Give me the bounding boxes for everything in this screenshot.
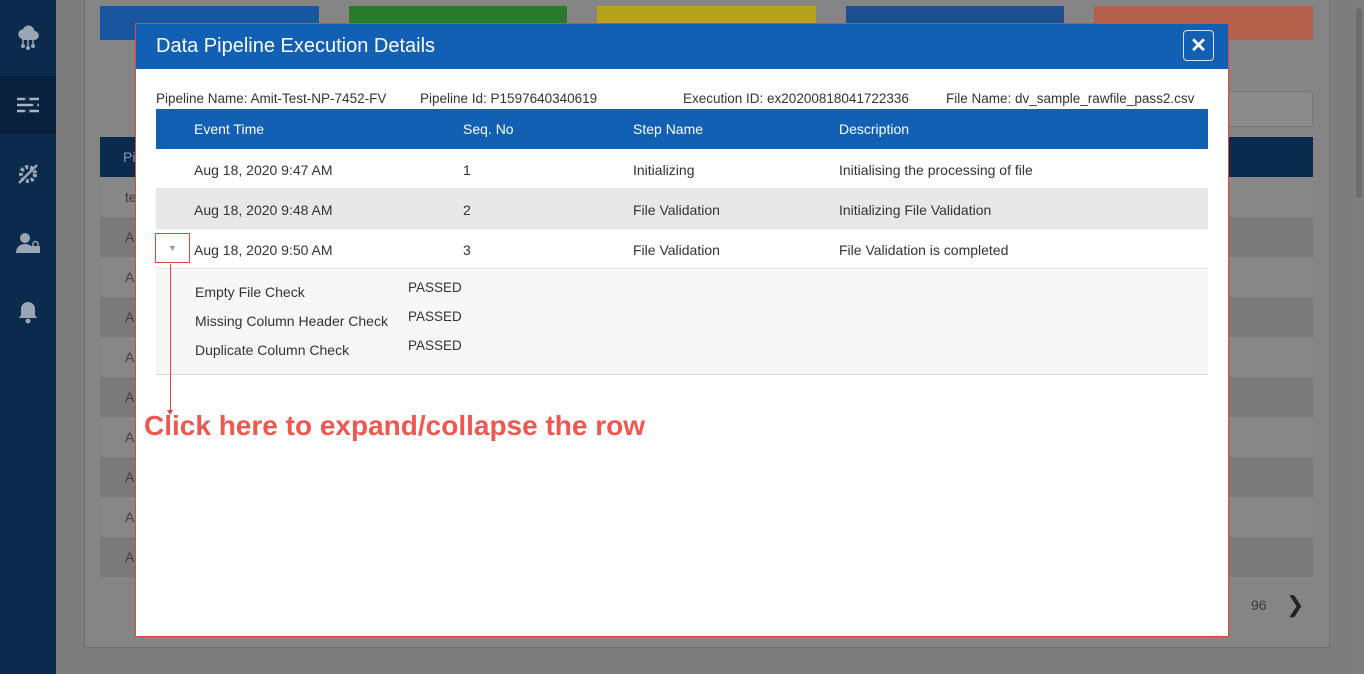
sidebar — [0, 0, 56, 674]
nav-cloud[interactable] — [0, 10, 56, 68]
check-name: Empty File Check — [195, 284, 305, 300]
execution-details-modal: Data Pipeline Execution Details ✕ Pipeli… — [135, 23, 1229, 637]
check-name: Duplicate Column Check — [195, 342, 350, 358]
event-time: Aug 18, 2020 9:47 AM — [194, 162, 333, 178]
bell-icon — [19, 302, 37, 324]
modal-header: Data Pipeline Execution Details ✕ — [136, 24, 1228, 69]
annotation-arrow-line — [170, 264, 171, 412]
bg-row-fragment: A — [125, 349, 135, 365]
expand-collapse-button[interactable]: ▼ — [155, 233, 190, 263]
check-name: Missing Column Header Check — [195, 313, 388, 329]
nav-pipelines[interactable] — [0, 76, 56, 134]
execution-id: Execution ID: ex20200818041722336 — [683, 91, 909, 106]
bg-row-fragment: A — [125, 389, 135, 405]
nav-notifications[interactable] — [0, 283, 56, 341]
annotation-callout: Click here to expand/collapse the row — [144, 410, 646, 441]
seq-no: 1 — [463, 162, 471, 178]
seq-no: 2 — [463, 202, 471, 218]
pagination-page[interactable]: 96 — [1251, 597, 1267, 613]
bg-row-fragment: A — [125, 429, 135, 445]
description: File Validation is completed — [839, 242, 1009, 258]
nav-settings[interactable] — [0, 145, 56, 203]
seq-no: 3 — [463, 242, 471, 258]
check-status: PASSED — [408, 338, 462, 353]
step-name: Initializing — [633, 162, 695, 178]
column-event-time[interactable]: Event Time — [194, 121, 264, 137]
column-seq-no[interactable]: Seq. No — [463, 121, 514, 137]
table-row[interactable]: Aug 18, 2020 9:47 AM 1 Initializing Init… — [156, 149, 1208, 189]
pipeline-name: Pipeline Name: Amit-Test-NP-7452-FV — [156, 91, 387, 106]
event-time: Aug 18, 2020 9:50 AM — [194, 242, 333, 258]
check-status: PASSED — [408, 309, 462, 324]
nav-users[interactable] — [0, 214, 56, 272]
file-name: File Name: dv_sample_rawfile_pass2.csv — [946, 91, 1195, 106]
next-page-icon[interactable]: ❯ — [1286, 592, 1304, 618]
bg-row-fragment: A — [125, 309, 135, 325]
table-row-expanded[interactable]: ▼ Aug 18, 2020 9:50 AM 3 File Validation… — [155, 229, 1208, 269]
settings-tools-icon — [18, 164, 38, 184]
close-button[interactable]: ✕ — [1183, 30, 1214, 61]
bg-row-fragment: A — [125, 229, 135, 245]
chevron-down-icon: ▼ — [168, 243, 177, 253]
column-description[interactable]: Description — [839, 121, 909, 137]
bg-row-fragment: A — [125, 469, 135, 485]
close-icon: ✕ — [1190, 34, 1207, 57]
column-step-name[interactable]: Step Name — [633, 121, 703, 137]
pipeline-id: Pipeline Id: P1597640340619 — [420, 91, 598, 106]
row-detail-panel: Empty File Check PASSED Missing Column H… — [156, 270, 1208, 375]
description: Initializing File Validation — [839, 202, 992, 218]
modal-title: Data Pipeline Execution Details — [156, 35, 436, 57]
bg-header-fragment: Pi — [123, 149, 136, 165]
step-name: File Validation — [633, 242, 720, 258]
cloud-network-icon — [18, 25, 39, 50]
step-name: File Validation — [633, 202, 720, 218]
pipeline-icon — [17, 94, 39, 116]
scrollbar-thumb[interactable] — [1356, 8, 1362, 198]
table-row[interactable]: Aug 18, 2020 9:48 AM 2 File Validation I… — [156, 189, 1208, 229]
user-lock-icon — [16, 233, 40, 253]
bg-row-fragment: A — [125, 269, 135, 285]
description: Initialising the processing of file — [839, 162, 1033, 178]
check-status: PASSED — [408, 280, 462, 295]
bg-row-fragment: A — [125, 549, 135, 565]
bg-row-fragment: A — [125, 509, 135, 525]
event-time: Aug 18, 2020 9:48 AM — [194, 202, 333, 218]
events-table-header: Event Time Seq. No Step Name Description — [156, 109, 1208, 149]
